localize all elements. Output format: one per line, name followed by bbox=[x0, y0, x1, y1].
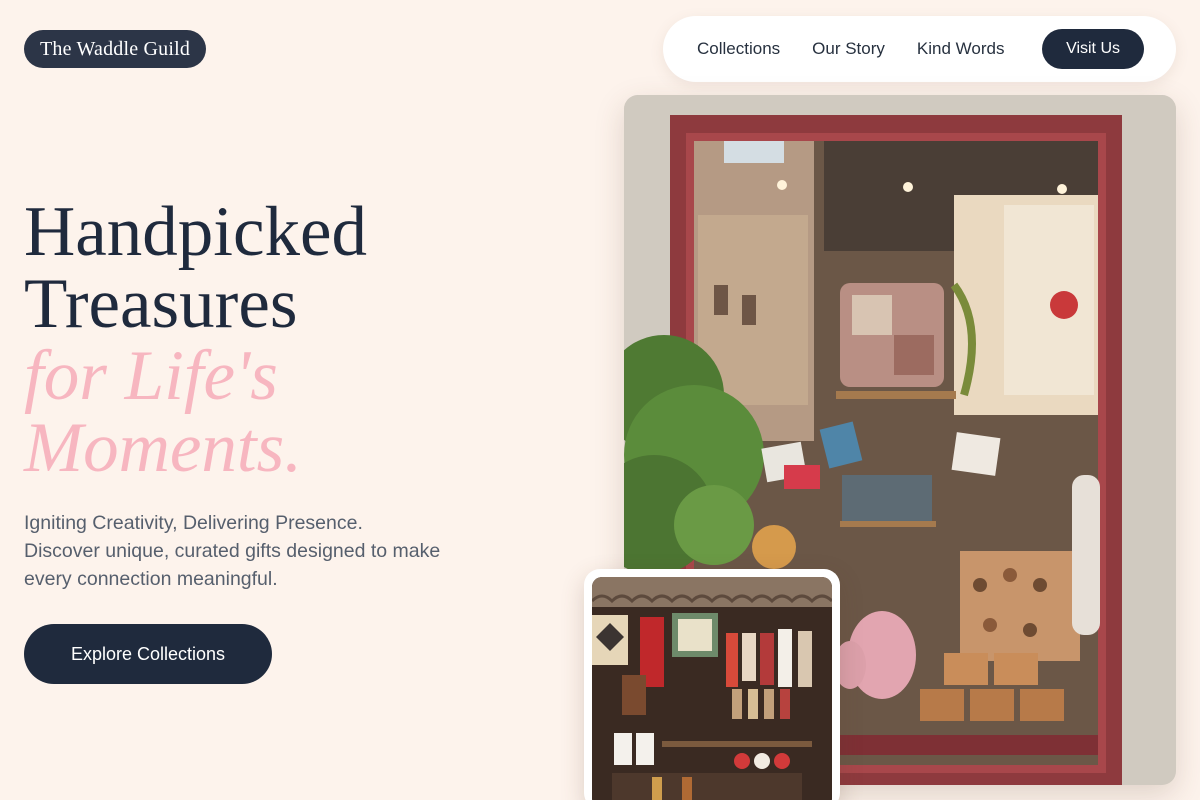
nav-link-collections[interactable]: Collections bbox=[697, 39, 780, 59]
brand-logo[interactable]: The Waddle Guild bbox=[24, 30, 207, 68]
hero-title-line-1: Handpicked bbox=[24, 193, 368, 271]
market-stall-photo bbox=[584, 569, 840, 800]
hero-title-line-2: Treasures bbox=[24, 265, 298, 343]
nav-link-our-story[interactable]: Our Story bbox=[812, 39, 885, 59]
hero-title: Handpicked Treasures for Life's Moments. bbox=[24, 196, 367, 484]
hero-accent-line-1: for Life's bbox=[24, 337, 278, 415]
nav-link-kind-words[interactable]: Kind Words bbox=[917, 39, 1005, 59]
visit-us-button[interactable]: Visit Us bbox=[1042, 29, 1144, 69]
hero-accent-line-2: Moments. bbox=[24, 409, 303, 487]
market-stall-photo-frame bbox=[592, 577, 832, 800]
explore-collections-button[interactable]: Explore Collections bbox=[24, 624, 272, 684]
hero-subtitle: Igniting Creativity, Delivering Presence… bbox=[24, 512, 441, 590]
main-nav: Collections Our Story Kind Words Visit U… bbox=[663, 16, 1176, 82]
